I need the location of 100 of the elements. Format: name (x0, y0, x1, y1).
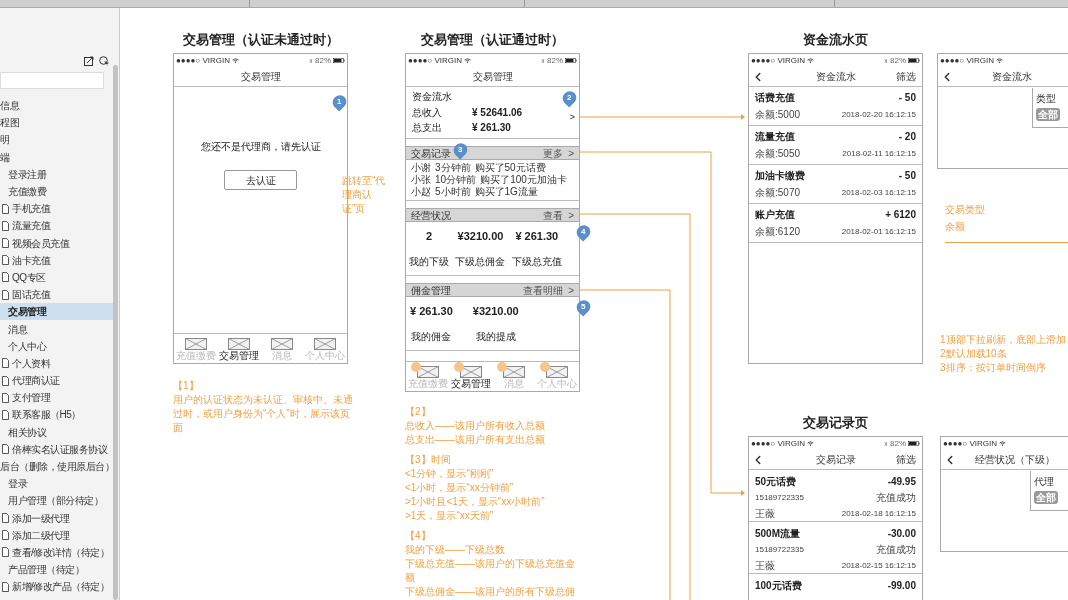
item-title: 流量充值 (755, 130, 795, 144)
sidebar-item[interactable]: 登录 (0, 475, 113, 493)
sidebar-item[interactable]: 视频会员充值 (0, 234, 113, 252)
section-title: 交易记录 (411, 146, 451, 161)
image-placeholder-icon (503, 366, 526, 378)
bluetooth-icon (309, 57, 313, 64)
tab[interactable]: 交易管理 (217, 338, 260, 362)
item-balance: 余额:5000 (755, 108, 801, 122)
cursor-icon[interactable] (99, 56, 110, 66)
stat-label: 我的提成 (475, 329, 516, 344)
scrollbar-thumb[interactable] (113, 65, 118, 600)
annotation-text: 总支出——该用户所有支出总额 (405, 433, 546, 447)
image-placeholder-icon (314, 338, 337, 350)
wifi-icon (806, 58, 814, 63)
summary-value: ¥ 261.30 (472, 121, 511, 135)
filter-button[interactable]: 筛选 (896, 69, 916, 84)
item-balance: 余额:6120 (755, 225, 801, 239)
bluetooth-icon (884, 440, 888, 447)
item-name: 王薇 (755, 507, 775, 521)
notice-text: 您还不是代理商，请先认证 (200, 140, 321, 154)
sidebar-item[interactable]: 信息 (0, 97, 113, 115)
sidebar-item[interactable]: 倍棒实名认证服务协议 (0, 440, 113, 458)
sidebar-item[interactable]: 个人中心 (0, 337, 113, 355)
annotation-text: <1小时，显示“xx分钟前” (405, 481, 515, 495)
stat-label: 下级总佣金 (455, 254, 506, 269)
record-time: 5小时前 (435, 186, 471, 198)
stat-value: ¥ 261.30 (515, 229, 559, 245)
chevron-link[interactable]: > (569, 111, 575, 125)
item-title: 50元话费 (755, 475, 797, 489)
section-title: 资金流水 (412, 90, 452, 104)
sidebar-item[interactable]: 固话充值 (0, 286, 113, 304)
item-amount: -99.00 (887, 579, 916, 593)
item-status: 充值成功 (876, 543, 916, 557)
sidebar-item[interactable]: 个人资料 (0, 354, 113, 372)
sidebar-item[interactable]: 联系客服（H5） (0, 406, 113, 424)
tab[interactable]: 交易管理 (449, 366, 492, 390)
screen-title: 资金流水页 (803, 31, 868, 49)
annotation-text: 3排序：按订单时间倒序 (940, 361, 1047, 375)
sidebar-item[interactable]: 交易管理 (0, 303, 113, 321)
battery-text: 82% (547, 54, 563, 67)
battery-icon (908, 58, 920, 63)
item-title: 500M流量 (755, 527, 800, 541)
sidebar-item[interactable]: 手机充值 (0, 200, 113, 218)
sidebar-item[interactable]: QQ专区 (0, 268, 113, 287)
sidebar-item[interactable]: 查看/修改详情（待定） (0, 543, 113, 562)
carrier-text: ●●●●○ VIRGIN (940, 54, 994, 67)
search-field[interactable] (0, 72, 104, 89)
item-phone: 15189722335 (755, 491, 804, 504)
jump-note: 跳转至“代理商认证”页 (342, 174, 387, 216)
carrier-text: ●●●●○ VIRGIN (751, 54, 805, 67)
export-icon[interactable] (84, 56, 94, 66)
sidebar-item[interactable]: 登录注册 (0, 165, 113, 183)
image-placeholder-icon (184, 338, 207, 350)
item-amount: -49.95 (887, 475, 916, 489)
image-placeholder-icon (271, 338, 294, 350)
summary-label: 总收入 (412, 105, 443, 120)
battery-text: 82% (890, 54, 906, 67)
stat-value: ¥3210.00 (457, 229, 504, 245)
carrier-text: ●●●●○ VIRGIN (408, 54, 462, 67)
verify-button[interactable]: 去认证 (224, 170, 297, 190)
sidebar-item[interactable]: 端 (0, 148, 113, 166)
sidebar-item[interactable]: 新增/修改产品（待定） (0, 578, 113, 596)
carrier-text: ●●●●○ VIRGIN (176, 54, 230, 67)
section-link[interactable]: 查看明细 > (522, 282, 574, 298)
summary-label: 总支出 (412, 121, 443, 135)
section-link[interactable]: 查看 > (542, 207, 574, 223)
sidebar-item[interactable]: 代理商认证 (0, 372, 113, 390)
sidebar-item[interactable]: 添加二级代理 (0, 526, 113, 544)
sidebar-item[interactable]: 相关协议 (0, 423, 113, 441)
record-time: 3分钟前 (435, 162, 471, 174)
summary-value: ¥ 52641.06 (472, 105, 523, 120)
sidebar-item[interactable]: 支付管理 (0, 389, 113, 407)
wifi-icon (463, 58, 471, 63)
sidebar-item[interactable]: 消息 (0, 320, 113, 338)
sidebar-item[interactable]: 流量充值 (0, 217, 113, 235)
section-link[interactable]: 更多 > (542, 145, 574, 161)
sidebar-item[interactable]: 充值缴费 (0, 182, 113, 201)
sidebar-item[interactable]: 程图 (0, 114, 113, 132)
sidebar-item[interactable]: 添加一级代理 (0, 509, 113, 527)
item-title: 100元话费 (755, 579, 802, 593)
sidebar-item[interactable]: 用户管理（部分待定） (0, 492, 113, 510)
sidebar-item[interactable]: 后台（删除，使用原后台） (0, 457, 113, 476)
item-time: 2018-02-18 16:12:15 (841, 507, 916, 520)
stat-label: 我的佣金 (411, 329, 452, 344)
annotation-text: 总收入——该用户所有收入总额 (405, 419, 546, 433)
item-status: 充值成功 (876, 491, 916, 505)
battery-icon (333, 58, 345, 63)
image-placeholder-icon (459, 366, 482, 378)
sidebar-item[interactable]: 明 (0, 131, 113, 149)
item-name: 王薇 (755, 559, 775, 573)
stat-value: ¥ 261.30 (410, 304, 453, 320)
sidebar-item[interactable]: 油卡充值 (0, 251, 113, 269)
annotation-text: 用户的认证状态为未认证、审核中、未通过时，或用户身份为“个人”时，展示该页面 (173, 393, 354, 435)
item-time: 2018-02-11 16:12:15 (842, 147, 916, 160)
annotation-text: 下级总充值——该用户的下级总充值金额 (405, 557, 576, 585)
battery-text: 82% (315, 54, 331, 67)
record-action: 购买了50元话费 (474, 162, 546, 174)
filter-button[interactable]: 筛选 (896, 452, 916, 467)
sidebar-item[interactable]: 产品管理（待定） (0, 561, 113, 579)
annotation-text: 1顶部下拉刷新，底部上滑加 (940, 333, 1066, 347)
